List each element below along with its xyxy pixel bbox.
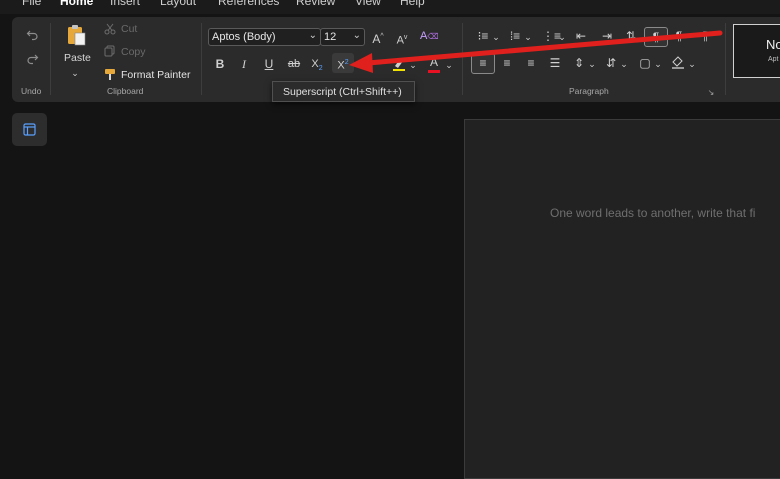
- document-placeholder: One word leads to another, write that fi: [550, 206, 756, 220]
- arrow-head: [349, 53, 373, 73]
- navigation-pane-icon: [23, 123, 36, 136]
- arrow-shaft: [365, 30, 723, 66]
- document-page[interactable]: One word leads to another, write that fi: [464, 119, 780, 479]
- navigation-pane-button[interactable]: [12, 113, 47, 146]
